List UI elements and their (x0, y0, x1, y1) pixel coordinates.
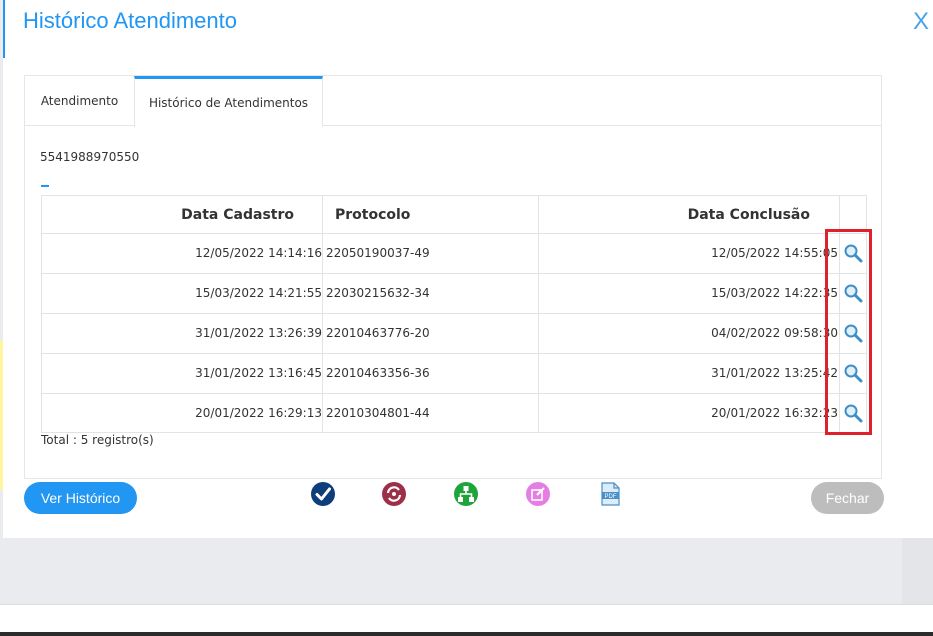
cell-data-cadastro: 31/01/2022 13:16:45 (195, 366, 322, 380)
svg-text:PDF: PDF (605, 494, 617, 500)
background-bottom-line (0, 632, 933, 636)
cell-data-conclusao: 12/05/2022 14:55:05 (711, 246, 838, 260)
background-bottom-bar (0, 604, 933, 632)
cell-data-cadastro: 20/01/2022 16:29:13 (195, 406, 322, 420)
cell-data-conclusao: 04/02/2022 09:58:30 (711, 326, 838, 340)
cell-protocolo: 22010463776-20 (326, 326, 430, 340)
cell-protocolo: 22030215632-34 (326, 286, 430, 300)
table-header: Data Cadastro Protocolo Data Conclusão (42, 196, 866, 234)
cell-protocolo: 22010304801-44 (326, 406, 430, 420)
historico-modal: Histórico Atendimento X Atendimento Hist… (3, 0, 933, 538)
table-row: 20/01/2022 16:29:13 22010304801-44 20/01… (42, 394, 866, 434)
cell-data-conclusao: 15/03/2022 14:22:35 (711, 286, 838, 300)
modal-accent (3, 0, 5, 58)
highlight-box (825, 229, 872, 435)
close-button[interactable]: X (913, 8, 929, 36)
check-icon[interactable] (310, 481, 336, 507)
edit-icon[interactable] (525, 481, 551, 507)
fechar-button[interactable]: Fechar (811, 482, 884, 514)
cell-protocolo: 22050190037-49 (326, 246, 430, 260)
pdf-icon[interactable]: PDF (597, 481, 623, 507)
cell-data-conclusao: 20/01/2022 16:32:23 (711, 406, 838, 420)
content-panel: Atendimento Histórico de Atendimentos 55… (24, 75, 882, 479)
tab-historico-atendimentos[interactable]: Histórico de Atendimentos (134, 76, 323, 127)
tab-bar: Atendimento Histórico de Atendimentos (25, 76, 881, 127)
refresh-icon[interactable] (381, 481, 407, 507)
hierarchy-icon[interactable] (453, 481, 479, 507)
table-row: 15/03/2022 14:21:55 22030215632-34 15/03… (42, 274, 866, 314)
cell-data-cadastro: 31/01/2022 13:26:39 (195, 326, 322, 340)
header-data-conclusao[interactable]: Data Conclusão (540, 196, 810, 234)
table-row: 31/01/2022 13:26:39 22010463776-20 04/02… (42, 314, 866, 354)
tab-atendimento[interactable]: Atendimento (25, 76, 134, 126)
header-data-cadastro[interactable]: Data Cadastro (42, 196, 294, 234)
history-table: Data Cadastro Protocolo Data Conclusão 1… (41, 195, 867, 433)
total-records: Total : 5 registro(s) (41, 433, 154, 447)
table-row: 31/01/2022 13:16:45 22010463356-36 31/01… (42, 354, 866, 394)
cell-protocolo: 22010463356-36 (326, 366, 430, 380)
phone-number: 5541988970550 (40, 150, 140, 164)
modal-footer: Ver Histórico PDF Fechar (3, 479, 933, 538)
table-row: 12/05/2022 14:14:16 22050190037-49 12/05… (42, 234, 866, 274)
header-protocolo[interactable]: Protocolo (335, 196, 535, 234)
phone-underline (41, 185, 49, 187)
ver-historico-button[interactable]: Ver Histórico (24, 482, 137, 514)
cell-data-cadastro: 12/05/2022 14:14:16 (195, 246, 322, 260)
modal-title: Histórico Atendimento (23, 8, 237, 33)
cell-data-cadastro: 15/03/2022 14:21:55 (195, 286, 322, 300)
cell-data-conclusao: 31/01/2022 13:25:42 (711, 366, 838, 380)
